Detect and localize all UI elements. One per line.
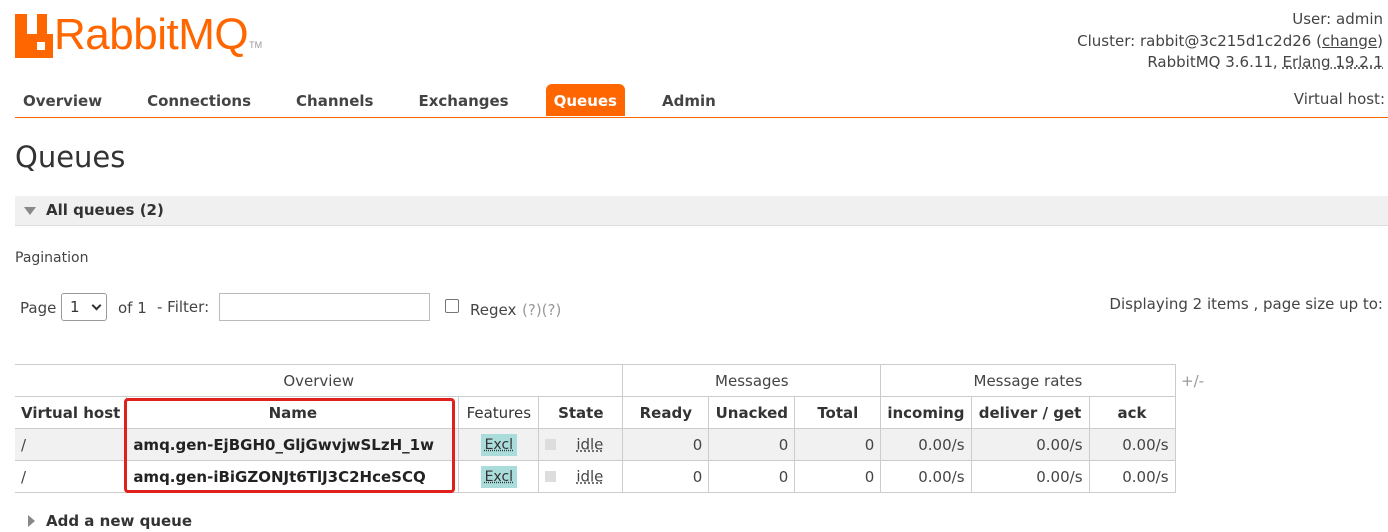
state-text: idle bbox=[576, 435, 604, 454]
row-vhost: / bbox=[15, 460, 128, 493]
col-total[interactable]: Total bbox=[794, 396, 882, 429]
col-name[interactable]: Name bbox=[126, 396, 460, 429]
queues-table: Overview Messages Message rates Virtual … bbox=[15, 364, 1176, 493]
regex-checkbox[interactable] bbox=[445, 299, 459, 313]
page-title: Queues bbox=[15, 140, 126, 174]
incoming-rate: 0.00/s bbox=[880, 460, 972, 493]
rabbitmq-version: RabbitMQ 3.6.11, bbox=[1147, 53, 1278, 71]
group-overview: Overview bbox=[15, 364, 624, 397]
total-value: 0 bbox=[794, 460, 882, 493]
ready-value: 0 bbox=[622, 460, 710, 493]
col-state[interactable]: State bbox=[538, 396, 624, 429]
ack-rate: 0.00/s bbox=[1089, 428, 1176, 461]
table-group-header: Overview Messages Message rates bbox=[15, 364, 1176, 397]
page-select[interactable]: 1 bbox=[61, 293, 107, 321]
group-messages: Messages bbox=[622, 364, 882, 397]
table-column-header: Virtual host Name Features State Ready U… bbox=[15, 396, 1176, 429]
page-label: Page bbox=[20, 299, 57, 317]
all-queues-section-toggle[interactable]: All queues (2) bbox=[15, 196, 1388, 226]
header-info: User: admin Cluster: rabbit@3c215d1c2d26… bbox=[1077, 9, 1383, 74]
exclusive-feature-badge: Excl bbox=[480, 465, 518, 488]
table-row: / amq.gen-EjBGH0_GljGwvjwSLzH_1w Excl id… bbox=[15, 428, 1176, 461]
regex-help-link[interactable]: (?)(?) bbox=[522, 301, 561, 319]
exclusive-feature-badge: Excl bbox=[480, 433, 518, 456]
cluster-name: rabbit@3c215d1c2d26 bbox=[1139, 31, 1312, 50]
tabs-divider bbox=[15, 117, 1388, 118]
all-queues-label: All queues (2) bbox=[46, 201, 164, 219]
cluster-line: Cluster: rabbit@3c215d1c2d26 (change) bbox=[1077, 31, 1383, 50]
expand-triangle-icon bbox=[28, 515, 35, 527]
table-row: / amq.gen-iBiGZONJt6TlJ3C2HceSCQ Excl id… bbox=[15, 460, 1176, 493]
virtual-host-label: Virtual host: bbox=[1293, 90, 1385, 108]
state-indicator bbox=[545, 471, 557, 483]
unacked-value: 0 bbox=[708, 460, 796, 493]
tab-admin[interactable]: Admin bbox=[654, 84, 724, 116]
col-ready[interactable]: Ready bbox=[622, 396, 710, 429]
col-deliver-get[interactable]: deliver / get bbox=[971, 396, 1090, 429]
group-message-rates: Message rates bbox=[880, 364, 1176, 397]
logo-text: RabbitMQ bbox=[54, 10, 249, 59]
regex-label: Regex bbox=[470, 301, 517, 319]
pagination-label: Pagination bbox=[15, 250, 89, 266]
incoming-rate: 0.00/s bbox=[880, 428, 972, 461]
rabbitmq-logo: RabbitMQ TM bbox=[15, 6, 263, 59]
user-name: admin bbox=[1336, 10, 1383, 28]
tab-exchanges[interactable]: Exchanges bbox=[410, 84, 516, 116]
col-virtual-host[interactable]: Virtual host bbox=[15, 396, 128, 429]
tab-overview[interactable]: Overview bbox=[15, 84, 110, 116]
version-line: RabbitMQ 3.6.11, Erlang 19.2.1 bbox=[1077, 52, 1383, 74]
ready-value: 0 bbox=[622, 428, 710, 461]
page-count-label: of 1 bbox=[118, 299, 147, 317]
user-label: User: bbox=[1292, 10, 1332, 28]
deliver-get-rate: 0.00/s bbox=[971, 428, 1090, 461]
filter-label: - Filter: bbox=[157, 298, 210, 316]
main-nav-tabs: Overview Connections Channels Exchanges … bbox=[15, 84, 753, 117]
total-value: 0 bbox=[794, 428, 882, 461]
tab-connections[interactable]: Connections bbox=[139, 84, 259, 116]
col-incoming[interactable]: incoming bbox=[880, 396, 972, 429]
column-toggle-link[interactable]: +/- bbox=[1181, 372, 1204, 390]
unacked-value: 0 bbox=[708, 428, 796, 461]
state-indicator bbox=[545, 439, 557, 451]
col-features: Features bbox=[458, 396, 540, 429]
cluster-label: Cluster: bbox=[1077, 31, 1136, 50]
change-cluster-link[interactable]: change bbox=[1322, 32, 1377, 50]
row-vhost: / bbox=[15, 428, 128, 461]
logo-trademark: TM bbox=[249, 40, 263, 50]
ack-rate: 0.00/s bbox=[1089, 460, 1176, 493]
queue-name-link[interactable]: amq.gen-EjBGH0_GljGwvjwSLzH_1w bbox=[126, 428, 460, 461]
add-queue-label: Add a new queue bbox=[46, 512, 193, 530]
col-ack[interactable]: ack bbox=[1089, 396, 1176, 429]
tab-queues[interactable]: Queues bbox=[545, 84, 625, 116]
rabbitmq-logo-icon bbox=[15, 14, 53, 58]
user-line: User: admin bbox=[1077, 9, 1383, 31]
queue-name-link[interactable]: amq.gen-iBiGZONJt6TlJ3C2HceSCQ bbox=[126, 460, 460, 493]
collapse-triangle-icon bbox=[24, 207, 36, 215]
page-select-value: 1 bbox=[70, 298, 80, 316]
erlang-version: Erlang 19.2.1 bbox=[1282, 53, 1383, 71]
deliver-get-rate: 0.00/s bbox=[971, 460, 1090, 493]
col-unacked[interactable]: Unacked bbox=[708, 396, 796, 429]
state-text: idle bbox=[576, 467, 604, 486]
chevron-down-icon bbox=[91, 300, 102, 311]
displaying-info: Displaying 2 items , page size up to: bbox=[1109, 295, 1383, 313]
tab-channels[interactable]: Channels bbox=[288, 84, 381, 116]
filter-input[interactable] bbox=[219, 293, 430, 321]
